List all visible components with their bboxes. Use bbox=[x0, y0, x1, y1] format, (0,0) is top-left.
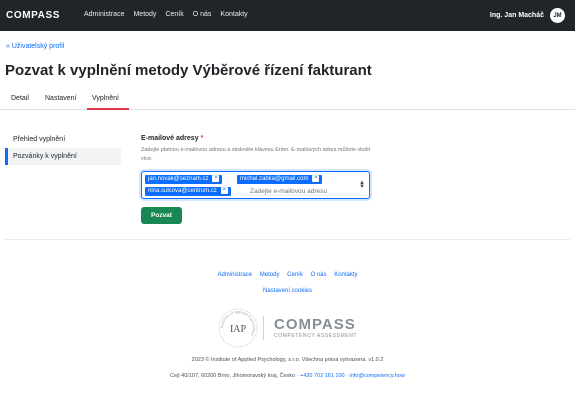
active-tab-indicator bbox=[87, 108, 129, 110]
nav-item-kontakty[interactable]: Kontakty bbox=[220, 11, 247, 18]
iap-logo-text: IAP bbox=[230, 324, 247, 335]
main-nav: Administrace Metody Ceník O nás Kontakty bbox=[84, 11, 257, 18]
tab-nastaveni[interactable]: Nastavení bbox=[45, 95, 77, 102]
email-tag: jan.novak@seznam.cz × bbox=[145, 175, 223, 184]
email-link[interactable]: info@competency.how bbox=[350, 373, 405, 379]
tab-detail[interactable]: Detail bbox=[11, 95, 29, 102]
brand-logo[interactable]: COMPASS bbox=[6, 10, 60, 21]
dropdown-arrows-icon[interactable]: ▲ ▼ bbox=[359, 180, 365, 190]
compass-logo: COMPASS COMPETENCY ASSESSMENT bbox=[274, 317, 357, 339]
email-tag-label: nina.sulcova@centrum.cz bbox=[148, 188, 217, 195]
footer-link-o-nas[interactable]: O nás bbox=[311, 272, 327, 278]
remove-tag-icon[interactable]: × bbox=[220, 187, 228, 194]
email-tag-label: jan.novak@seznam.cz bbox=[148, 176, 209, 183]
email-tag: nina.sulcova@centrum.cz × bbox=[145, 187, 231, 196]
address-text: Cejl 40/107, 60200 Brno, Jihomoravský kr… bbox=[170, 373, 301, 379]
nav-item-administrace[interactable]: Administrace bbox=[84, 11, 124, 18]
footer-address: Cejl 40/107, 60200 Brno, Jihomoravský kr… bbox=[0, 373, 575, 379]
footer-link-cenik[interactable]: Ceník bbox=[287, 272, 303, 278]
email-tag: michal.zabka@gmail.com × bbox=[237, 175, 323, 184]
nav-item-metody[interactable]: Metody bbox=[133, 11, 156, 18]
email-help-text: Zadejte platnou e-mailovou adresu a stis… bbox=[141, 147, 370, 162]
email-tag-label: michal.zabka@gmail.com bbox=[240, 176, 309, 183]
footer-link-kontakty[interactable]: Kontakty bbox=[334, 272, 357, 278]
top-navbar: COMPASS Administrace Metody Ceník O nás … bbox=[0, 0, 575, 31]
compass-logo-word: COMPASS bbox=[274, 316, 356, 333]
nav-item-o-nas[interactable]: O nás bbox=[193, 11, 212, 18]
required-mark: * bbox=[200, 135, 204, 142]
email-field-label: E-mailové adresy * bbox=[141, 135, 203, 142]
phone-link[interactable]: +420 702 161 100 bbox=[300, 373, 345, 379]
back-to-profile-link[interactable]: « Uživatelský profil bbox=[6, 43, 64, 50]
side-item-prehled-vyplneni[interactable]: Přehled vyplnění bbox=[5, 131, 121, 148]
content-divider bbox=[5, 239, 570, 240]
nav-item-cenik[interactable]: Ceník bbox=[165, 11, 183, 18]
side-item-pozvanky-k-vyplneni[interactable]: Pozvánky k vyplnění bbox=[5, 148, 121, 165]
email-input[interactable] bbox=[250, 187, 350, 196]
footer-nav: Administrace Metody Ceník O nás Kontakty bbox=[0, 272, 575, 278]
avatar[interactable]: JM bbox=[550, 8, 565, 23]
footer-link-administrace[interactable]: Administrace bbox=[217, 272, 252, 278]
footer-link-metody[interactable]: Metody bbox=[260, 272, 280, 278]
tab-bar: Detail Nastavení Vyplnění bbox=[0, 89, 575, 110]
page-title: Pozvat k vyplnění metody Výběrové řízení… bbox=[5, 62, 372, 79]
compass-logo-subtitle: COMPETENCY ASSESSMENT bbox=[274, 333, 358, 339]
invite-button[interactable]: Pozvat bbox=[141, 207, 182, 224]
email-field-label-text: E-mailové adresy bbox=[141, 135, 199, 142]
email-tags-input[interactable]: jan.novak@seznam.cz × michal.zabka@gmail.… bbox=[141, 171, 370, 199]
remove-tag-icon[interactable]: × bbox=[212, 175, 220, 182]
logo-divider bbox=[263, 316, 264, 340]
tab-vyplneni[interactable]: Vyplnění bbox=[92, 95, 119, 102]
iap-logo: Institute of Applied Psychology IAP bbox=[218, 308, 258, 348]
user-name[interactable]: Ing. Jan Macháč bbox=[490, 12, 544, 19]
remove-tag-icon[interactable]: × bbox=[312, 175, 320, 182]
copyright: 2023 © Institute of Applied Psychology, … bbox=[191, 357, 384, 363]
footer-cookies: Nastavení cookies bbox=[0, 288, 575, 294]
cookie-settings-link[interactable]: Nastavení cookies bbox=[263, 288, 312, 294]
